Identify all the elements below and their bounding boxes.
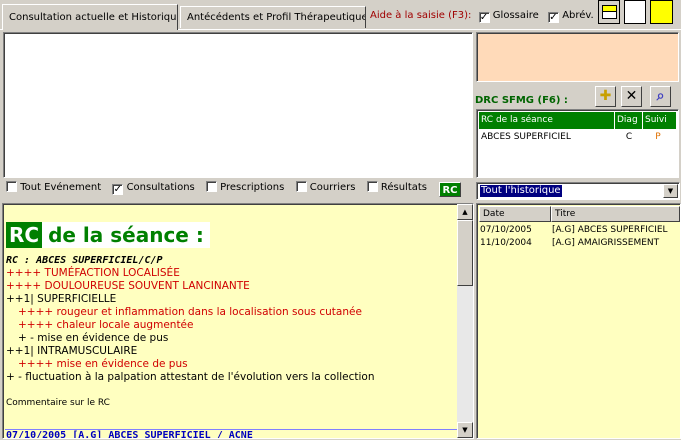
history-date: 11/10/2004: [480, 238, 532, 248]
layout-split-icon: [602, 5, 617, 19]
scroll-down-icon[interactable]: ▼: [457, 422, 473, 438]
history-filter-value: Tout l'historique: [480, 185, 562, 197]
drc-col-diag[interactable]: Diag: [615, 112, 643, 129]
consultation-text-area[interactable]: [3, 32, 473, 178]
drc-table-header: RC de la séance Diag Suivi: [479, 112, 676, 129]
delete-rc-button[interactable]: ✕: [621, 86, 642, 107]
chevron-down-icon[interactable]: ▼: [663, 184, 678, 198]
rc-badge: RC: [6, 222, 43, 248]
history-header: Date Titre: [479, 206, 680, 222]
aide-saisie: Aide à la saisie (F3): ✓ Glossaire ✓ Abr…: [370, 10, 594, 23]
filter-label: Résultats: [380, 182, 428, 193]
aide-label: Aide à la saisie (F3):: [370, 10, 472, 21]
filter-resultats[interactable]: Résultats: [366, 181, 428, 193]
filter-checkbox[interactable]: [205, 181, 217, 192]
filter-checkbox[interactable]: [295, 181, 307, 192]
scroll-thumb[interactable]: [457, 220, 473, 286]
filter-label: Consultations: [126, 182, 195, 193]
rc-content: RC de la séance : RC : ABCES SUPERFICIEL…: [6, 206, 456, 410]
editor-comment: Commentaire sur le RC: [6, 398, 110, 408]
drc-cell-rc: ABCES SUPERFICIEL: [481, 132, 571, 142]
history-list[interactable]: Date Titre 07/10/2005 [A.G] ABCES SUPERF…: [476, 203, 681, 439]
add-rc-button[interactable]: ✚: [595, 86, 616, 107]
history-col-date[interactable]: Date: [479, 206, 551, 222]
info-panel: [476, 32, 679, 82]
history-col-title[interactable]: Titre: [551, 206, 680, 222]
editor-line: ++1| INTRAMUSCULAIRE: [6, 345, 138, 357]
drc-cell-suivi: P: [655, 132, 661, 142]
editor-line: ++++ rougeur et inflammation dans la loc…: [18, 306, 362, 318]
filter-label: Courriers: [309, 182, 356, 193]
filter-prescriptions[interactable]: Prescriptions: [205, 181, 285, 193]
table-row[interactable]: ABCES SUPERFICIEL C P: [479, 130, 676, 144]
history-title: [A.G] ABCES SUPERFICIEL: [552, 225, 668, 235]
drc-table[interactable]: RC de la séance Diag Suivi ABCES SUPERFI…: [476, 109, 679, 178]
history-entry-title[interactable]: 07/10/2005 [A.G] ABCES SUPERFICIEL / ACN…: [6, 430, 253, 438]
rc-title: RC de la séance :: [6, 220, 456, 250]
editor-line: + - fluctuation à la palpation attestant…: [6, 371, 375, 383]
filter-checkbox[interactable]: ✓: [112, 184, 124, 195]
scroll-up-icon[interactable]: ▲: [457, 204, 473, 220]
rc-editor[interactable]: RC de la séance : RC : ABCES SUPERFICIEL…: [2, 203, 474, 439]
history-title: [A.G] AMAIGRISSEMENT: [552, 238, 660, 248]
filter-checkbox[interactable]: [6, 181, 17, 192]
drc-label: DRC SFMG (F6) :: [475, 95, 568, 106]
drc-cell-diag: C: [625, 132, 633, 142]
close-icon: ✕: [625, 88, 638, 104]
filter-label: Tout Evénement: [20, 182, 102, 193]
event-filter-bar: Tout Evénement ✓ Consultations Prescript…: [6, 181, 435, 199]
glossaire-checkbox[interactable]: ✓: [478, 12, 490, 23]
history-filter-select[interactable]: Tout l'historique ▼: [476, 182, 680, 200]
editor-scrollbar[interactable]: ▲ ▼: [457, 204, 473, 438]
filter-tout-evenement[interactable]: Tout Evénement: [6, 181, 102, 193]
history-date: 07/10/2005: [480, 225, 532, 235]
yellow-layout-button[interactable]: [650, 0, 673, 24]
white-layout-button[interactable]: [624, 0, 646, 24]
tab-consultation[interactable]: Consultation actuelle et Historique: [2, 4, 178, 30]
filter-courriers[interactable]: Courriers: [295, 181, 356, 193]
filter-consultations[interactable]: ✓ Consultations: [112, 182, 195, 195]
editor-line: RC : ABCES SUPERFICIEL/C/P: [6, 255, 163, 266]
filter-label: Prescriptions: [220, 182, 285, 193]
abrev-checkbox[interactable]: ✓: [548, 12, 559, 23]
search-icon: ⌕: [656, 88, 665, 104]
tab-antecedents[interactable]: Antécédents et Profil Thérapeutique: [180, 6, 366, 28]
table-row[interactable]: 11/10/2004 [A.G] AMAIGRISSEMENT: [480, 237, 659, 249]
drc-col-suivi[interactable]: Suivi: [643, 112, 673, 129]
rc-filter-button[interactable]: RC: [439, 182, 461, 197]
editor-line: ++++ mise en évidence de pus: [18, 358, 188, 370]
filter-checkbox[interactable]: [366, 181, 378, 192]
rc-heading: de la séance :: [42, 222, 210, 248]
table-row[interactable]: 07/10/2005 [A.G] ABCES SUPERFICIEL: [480, 224, 668, 236]
editor-line: + - mise en évidence de pus: [18, 332, 169, 344]
drc-col-rc[interactable]: RC de la séance: [479, 112, 615, 129]
layout-split-button[interactable]: [598, 0, 620, 24]
editor-line: ++++ DOULOUREUSE SOUVENT LANCINANTE: [6, 280, 250, 292]
editor-line: ++++ TUMÉFACTION LOCALISÉE: [6, 267, 180, 279]
editor-line: ++1| SUPERFICIELLE: [6, 293, 117, 305]
search-rc-button[interactable]: ⌕: [650, 86, 671, 107]
glossaire-label: Glossaire: [492, 10, 539, 21]
editor-line: ++++ chaleur locale augmentée: [18, 319, 194, 331]
abrev-label: Abrév.: [562, 10, 594, 21]
plus-icon: ✚: [599, 88, 612, 104]
